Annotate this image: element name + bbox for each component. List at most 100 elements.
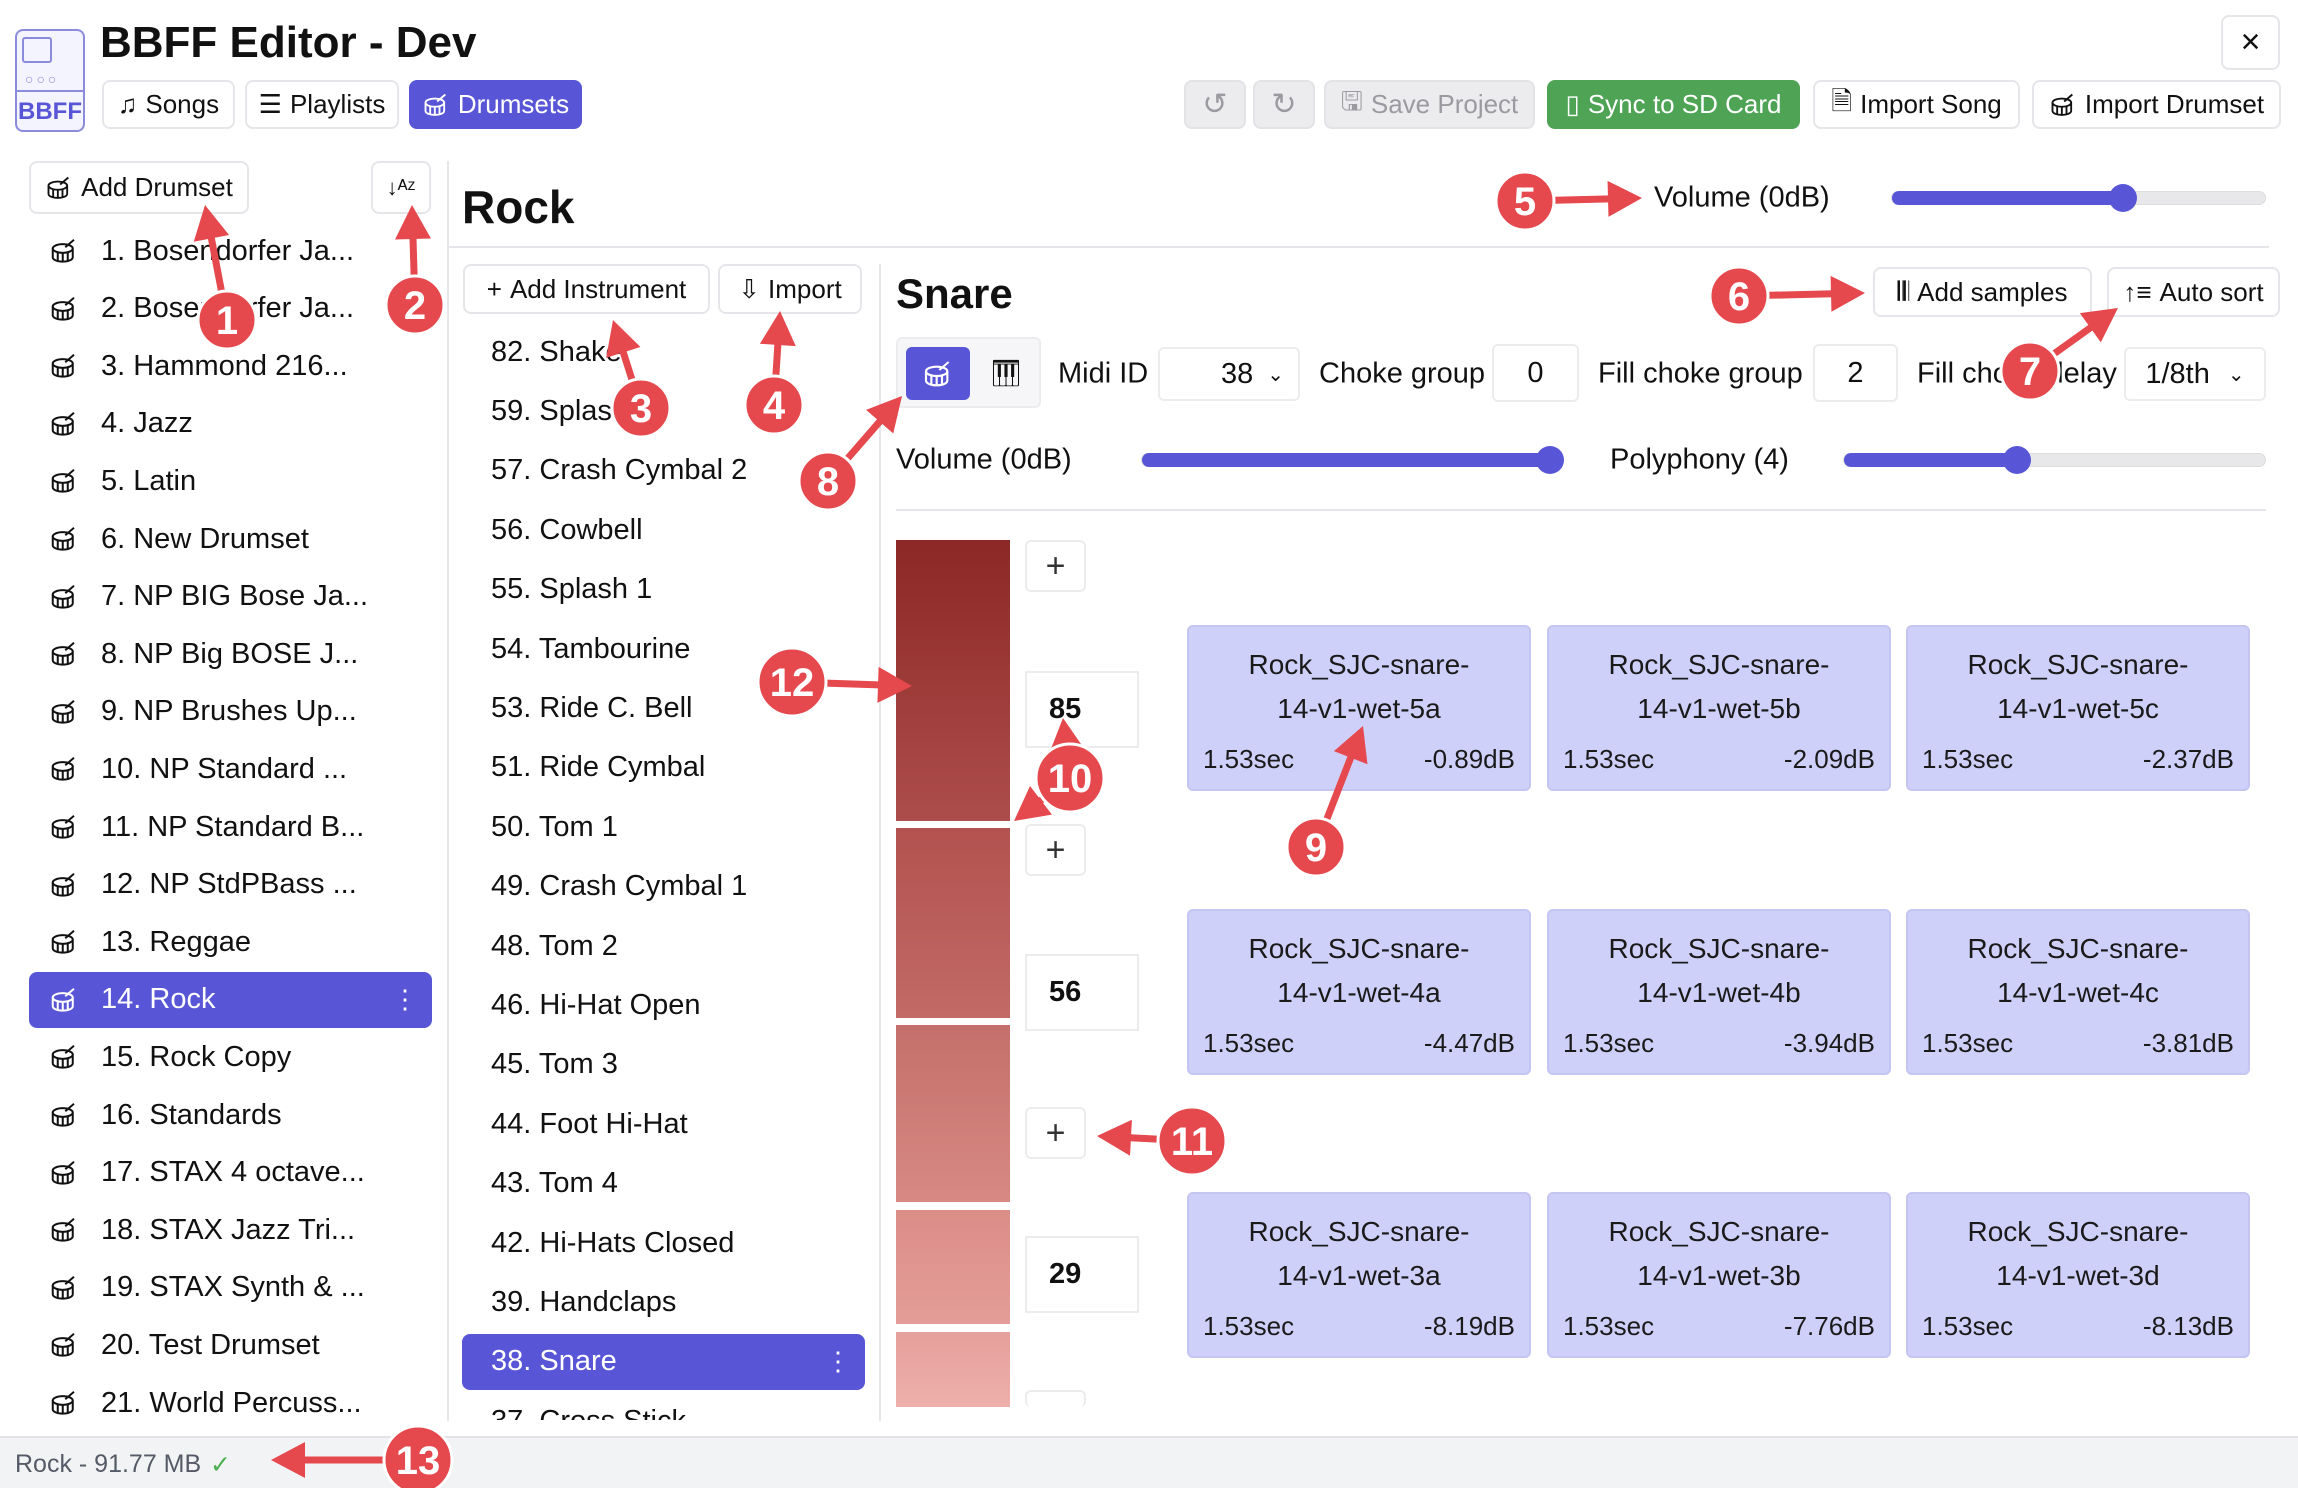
instrument-name: 42. Hi-Hats Closed	[491, 1226, 735, 1259]
sidebar-item-drumset[interactable]: 1. Bosendorfer Ja...	[29, 223, 432, 279]
redo-button[interactable]: ↻	[1253, 80, 1315, 129]
mode-toggle: 🎹︎	[896, 337, 1041, 408]
sample-card[interactable]: Rock_SJC-snare-14-v1-wet-5b 1.53sec -2.09d…	[1547, 625, 1891, 791]
velocity-layer-bar[interactable]	[896, 1025, 1010, 1202]
drum-mode-button[interactable]	[906, 347, 970, 400]
fill-choke-delay-select[interactable]: 1/8th ⌄	[2124, 347, 2266, 401]
piano-icon: 🎹︎	[989, 358, 1023, 388]
drumset-title: Rock	[462, 181, 575, 233]
annotation-arrow	[1118, 1133, 1193, 1145]
polyphony-label: Polyphony (4)	[1610, 443, 1789, 476]
annotation-number: 10	[1048, 757, 1093, 801]
velocity-layer-bar[interactable]	[896, 1332, 1010, 1407]
sample-name: Rock_SJC-snare-14-v1-wet-3d	[1967, 1216, 2189, 1291]
instrument-name: 37. Cross Stick	[491, 1405, 686, 1420]
add-layer-button[interactable]	[1025, 1390, 1086, 1407]
instrument-item[interactable]: 53. Ride C. Bell	[462, 680, 865, 736]
more-options-icon[interactable]: ⋮	[825, 1346, 851, 1377]
polyphony-slider[interactable]	[1843, 446, 2266, 474]
instrument-name: 54. Tambourine	[491, 632, 691, 665]
import-icon: ⇩	[738, 273, 761, 304]
velocity-input[interactable]: 56	[1025, 954, 1139, 1031]
sample-card[interactable]: Rock_SJC-snare-14-v1-wet-4c 1.53sec -3.81d…	[1906, 909, 2250, 1075]
velocity-layer-bar[interactable]	[896, 1210, 1010, 1324]
sample-card[interactable]: Rock_SJC-snare-14-v1-wet-4b 1.53sec -3.94d…	[1547, 909, 1891, 1075]
tab-playlists[interactable]: ☰ Playlists	[245, 80, 399, 129]
add-layer-button[interactable]: +	[1025, 824, 1086, 876]
save-icon: 🖫	[1340, 85, 1363, 116]
sidebar-item-drumset[interactable]: 2. Bosendorfer Ja...	[29, 281, 432, 337]
instrument-item[interactable]: 45. Tom 3	[462, 1037, 865, 1093]
import-instrument-button[interactable]: ⇩ Import	[718, 264, 862, 314]
drumset-name: 2. Bosendorfer Ja...	[101, 292, 355, 325]
save-project-button[interactable]: 🖫 Save Project	[1324, 80, 1535, 129]
sample-card[interactable]: Rock_SJC-snare-14-v1-wet-3b 1.53sec -7.76d…	[1547, 1192, 1891, 1358]
instrument-name: 38. Snare	[491, 1345, 617, 1378]
instrument-item[interactable]: 42. Hi-Hats Closed	[462, 1215, 865, 1271]
instrument-title: Snare	[896, 270, 1013, 317]
instrument-item[interactable]: 51. Ride Cymbal	[462, 740, 865, 796]
instrument-item[interactable]: 56. Cowbell	[462, 502, 865, 558]
sample-name: Rock_SJC-snare-14-v1-wet-4c	[1967, 933, 2189, 1008]
sort-button[interactable]: ↓ᴬᶻ	[371, 161, 431, 214]
instrument-item[interactable]: 44. Foot Hi-Hat	[462, 1096, 865, 1152]
instrument-item[interactable]: 82. Shaker	[462, 330, 865, 380]
velocity-input[interactable]: 29	[1025, 1236, 1139, 1313]
add-instrument-button[interactable]: + Add Instrument	[463, 264, 710, 314]
sample-duration: 1.53sec	[1922, 744, 2014, 774]
instrument-item[interactable]: 57. Crash Cymbal 2	[462, 443, 865, 499]
velocity-input[interactable]: 85	[1025, 671, 1139, 748]
instrument-volume-slider[interactable]	[1141, 446, 1564, 474]
annotation-marker	[1285, 816, 1347, 878]
close-button[interactable]: ×	[2221, 15, 2280, 70]
add-samples-button[interactable]: 𝄃𝄃 Add samples	[1873, 267, 2092, 317]
waveform-icon: 𝄃𝄃	[1897, 276, 1910, 306]
tab-drumsets[interactable]: Drumsets	[409, 80, 582, 129]
choke-group-input[interactable]: 0	[1492, 344, 1579, 402]
instrument-item[interactable]: 38. Snare ⋮	[462, 1333, 865, 1390]
plus-icon: +	[486, 273, 502, 304]
tab-songs[interactable]: ♫ Songs	[102, 80, 235, 129]
sample-card[interactable]: Rock_SJC-snare-14-v1-wet-5a 1.53sec -0.89d…	[1187, 625, 1531, 791]
instrument-item[interactable]: 43. Tom 4	[462, 1156, 865, 1212]
add-layer-button[interactable]: +	[1025, 540, 1086, 592]
sort-az-icon: ↓ᴬᶻ	[386, 174, 416, 200]
keyboard-mode-button[interactable]: 🎹︎	[978, 347, 1034, 400]
velocity-layer-bar[interactable]	[896, 540, 1010, 821]
drumset-volume-slider[interactable]	[1891, 184, 2266, 212]
instrument-item[interactable]: 39. Handclaps	[462, 1274, 865, 1330]
sample-name: Rock_SJC-snare-14-v1-wet-5b	[1608, 649, 1830, 724]
instrument-divider	[879, 264, 881, 1421]
midi-id-select[interactable]: 38 ⌄	[1158, 347, 1300, 401]
instrument-item[interactable]: 55. Splash 1	[462, 562, 865, 618]
auto-sort-button[interactable]: ↑≡ Auto sort	[2107, 267, 2280, 317]
annotation-arrowhead	[1830, 275, 1865, 312]
instrument-name: 50. Tom 1	[491, 810, 618, 843]
instrument-item[interactable]: 46. Hi-Hat Open	[462, 977, 865, 1033]
sample-card[interactable]: Rock_SJC-snare-14-v1-wet-5c 1.53sec -2.37d…	[1906, 625, 2250, 791]
instrument-name: 59. Splash 2	[491, 394, 653, 427]
instrument-item[interactable]: 49. Crash Cymbal 1	[462, 859, 865, 915]
velocity-layer-bar[interactable]	[896, 828, 1010, 1018]
import-drumset-button[interactable]: Import Drumset	[2032, 80, 2281, 129]
instrument-item[interactable]: 59. Splash 2	[462, 383, 865, 439]
add-layer-button[interactable]: +	[1025, 1107, 1086, 1159]
add-drumset-button[interactable]: Add Drumset	[29, 161, 249, 214]
app-title: BBFF Editor - Dev	[100, 18, 477, 67]
undo-button[interactable]: ↺	[1184, 80, 1246, 129]
sample-card[interactable]: Rock_SJC-snare-14-v1-wet-3a 1.53sec -8.19d…	[1187, 1192, 1531, 1358]
instrument-name: 39. Handclaps	[491, 1285, 677, 1318]
fill-choke-group-input[interactable]: 2	[1813, 344, 1898, 402]
sample-card[interactable]: Rock_SJC-snare-14-v1-wet-4a 1.53sec -4.47d…	[1187, 909, 1531, 1075]
music-note-icon: ♫	[117, 89, 138, 119]
instrument-item[interactable]: 50. Tom 1	[462, 799, 865, 855]
sort-icon: ↑≡	[2123, 276, 2152, 307]
drumset-name: 1. Bosendorfer Ja...	[101, 234, 355, 267]
sync-sd-button[interactable]: ▯ Sync to SD Card	[1547, 80, 1800, 129]
import-song-button[interactable]: 🗎 Import Song	[1813, 80, 2020, 129]
sample-name: Rock_SJC-snare-14-v1-wet-4a	[1248, 933, 1470, 1008]
instrument-item[interactable]: 54. Tambourine	[462, 621, 865, 677]
instrument-item[interactable]: 48. Tom 2	[462, 918, 865, 974]
instrument-item[interactable]: 37. Cross Stick	[462, 1393, 865, 1420]
sample-card[interactable]: Rock_SJC-snare-14-v1-wet-3d 1.53sec -8.13d…	[1906, 1192, 2250, 1358]
